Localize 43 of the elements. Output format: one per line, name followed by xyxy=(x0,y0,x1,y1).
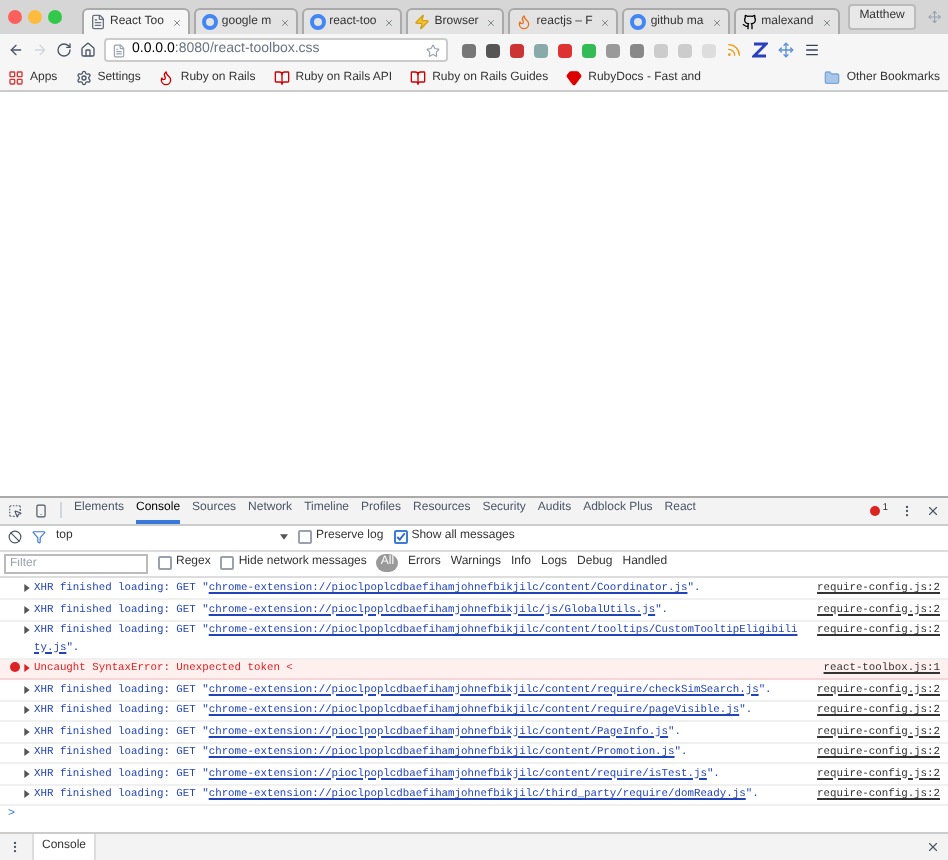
checkbox[interactable] xyxy=(298,530,312,544)
dropdown-caret-icon xyxy=(280,534,288,540)
gear-icon xyxy=(75,70,92,86)
gem-icon xyxy=(566,70,583,86)
z-icon[interactable] xyxy=(752,42,768,58)
home-icon[interactable] xyxy=(80,42,96,58)
expand-arrow-icon[interactable] xyxy=(24,605,30,613)
expand-arrow-icon[interactable] xyxy=(24,626,30,634)
star-icon[interactable] xyxy=(426,43,440,57)
filter-icon[interactable] xyxy=(32,530,46,544)
close-window-icon[interactable] xyxy=(8,10,22,24)
page-icon xyxy=(112,43,126,57)
checkbox[interactable] xyxy=(393,530,408,544)
checkbox[interactable] xyxy=(158,556,172,570)
menu-icon[interactable] xyxy=(804,42,820,58)
apps-icon xyxy=(8,70,24,86)
clear-console-icon[interactable] xyxy=(8,530,22,544)
expand-arrow-icon[interactable] xyxy=(24,706,30,714)
book-icon xyxy=(273,70,290,86)
expand-arrow-icon[interactable] xyxy=(24,685,30,693)
expand-arrow-icon[interactable] xyxy=(24,790,30,798)
reload-icon[interactable] xyxy=(56,42,72,58)
expand-arrow-icon[interactable] xyxy=(24,727,30,735)
lightning-icon xyxy=(414,14,431,30)
back-icon[interactable] xyxy=(8,42,24,58)
inspect-icon[interactable] xyxy=(8,503,22,517)
checkbox[interactable] xyxy=(220,556,235,570)
more-icon[interactable] xyxy=(900,503,914,517)
book-icon xyxy=(410,70,427,86)
rss-icon[interactable] xyxy=(726,42,742,58)
more-icon[interactable] xyxy=(8,840,22,854)
expand-arrow-icon[interactable] xyxy=(24,769,30,777)
error-icon xyxy=(9,662,19,672)
move-icon[interactable] xyxy=(778,42,794,58)
device-icon[interactable] xyxy=(34,503,48,517)
folder-icon xyxy=(824,70,841,86)
expand-arrow-icon[interactable] xyxy=(24,584,30,592)
flame-icon xyxy=(516,14,533,30)
expand-arrow-icon[interactable] xyxy=(24,664,30,672)
close-icon[interactable] xyxy=(926,503,940,517)
expand-arrow-icon[interactable] xyxy=(24,748,30,756)
page-icon xyxy=(90,14,106,30)
close-icon[interactable] xyxy=(926,840,940,854)
